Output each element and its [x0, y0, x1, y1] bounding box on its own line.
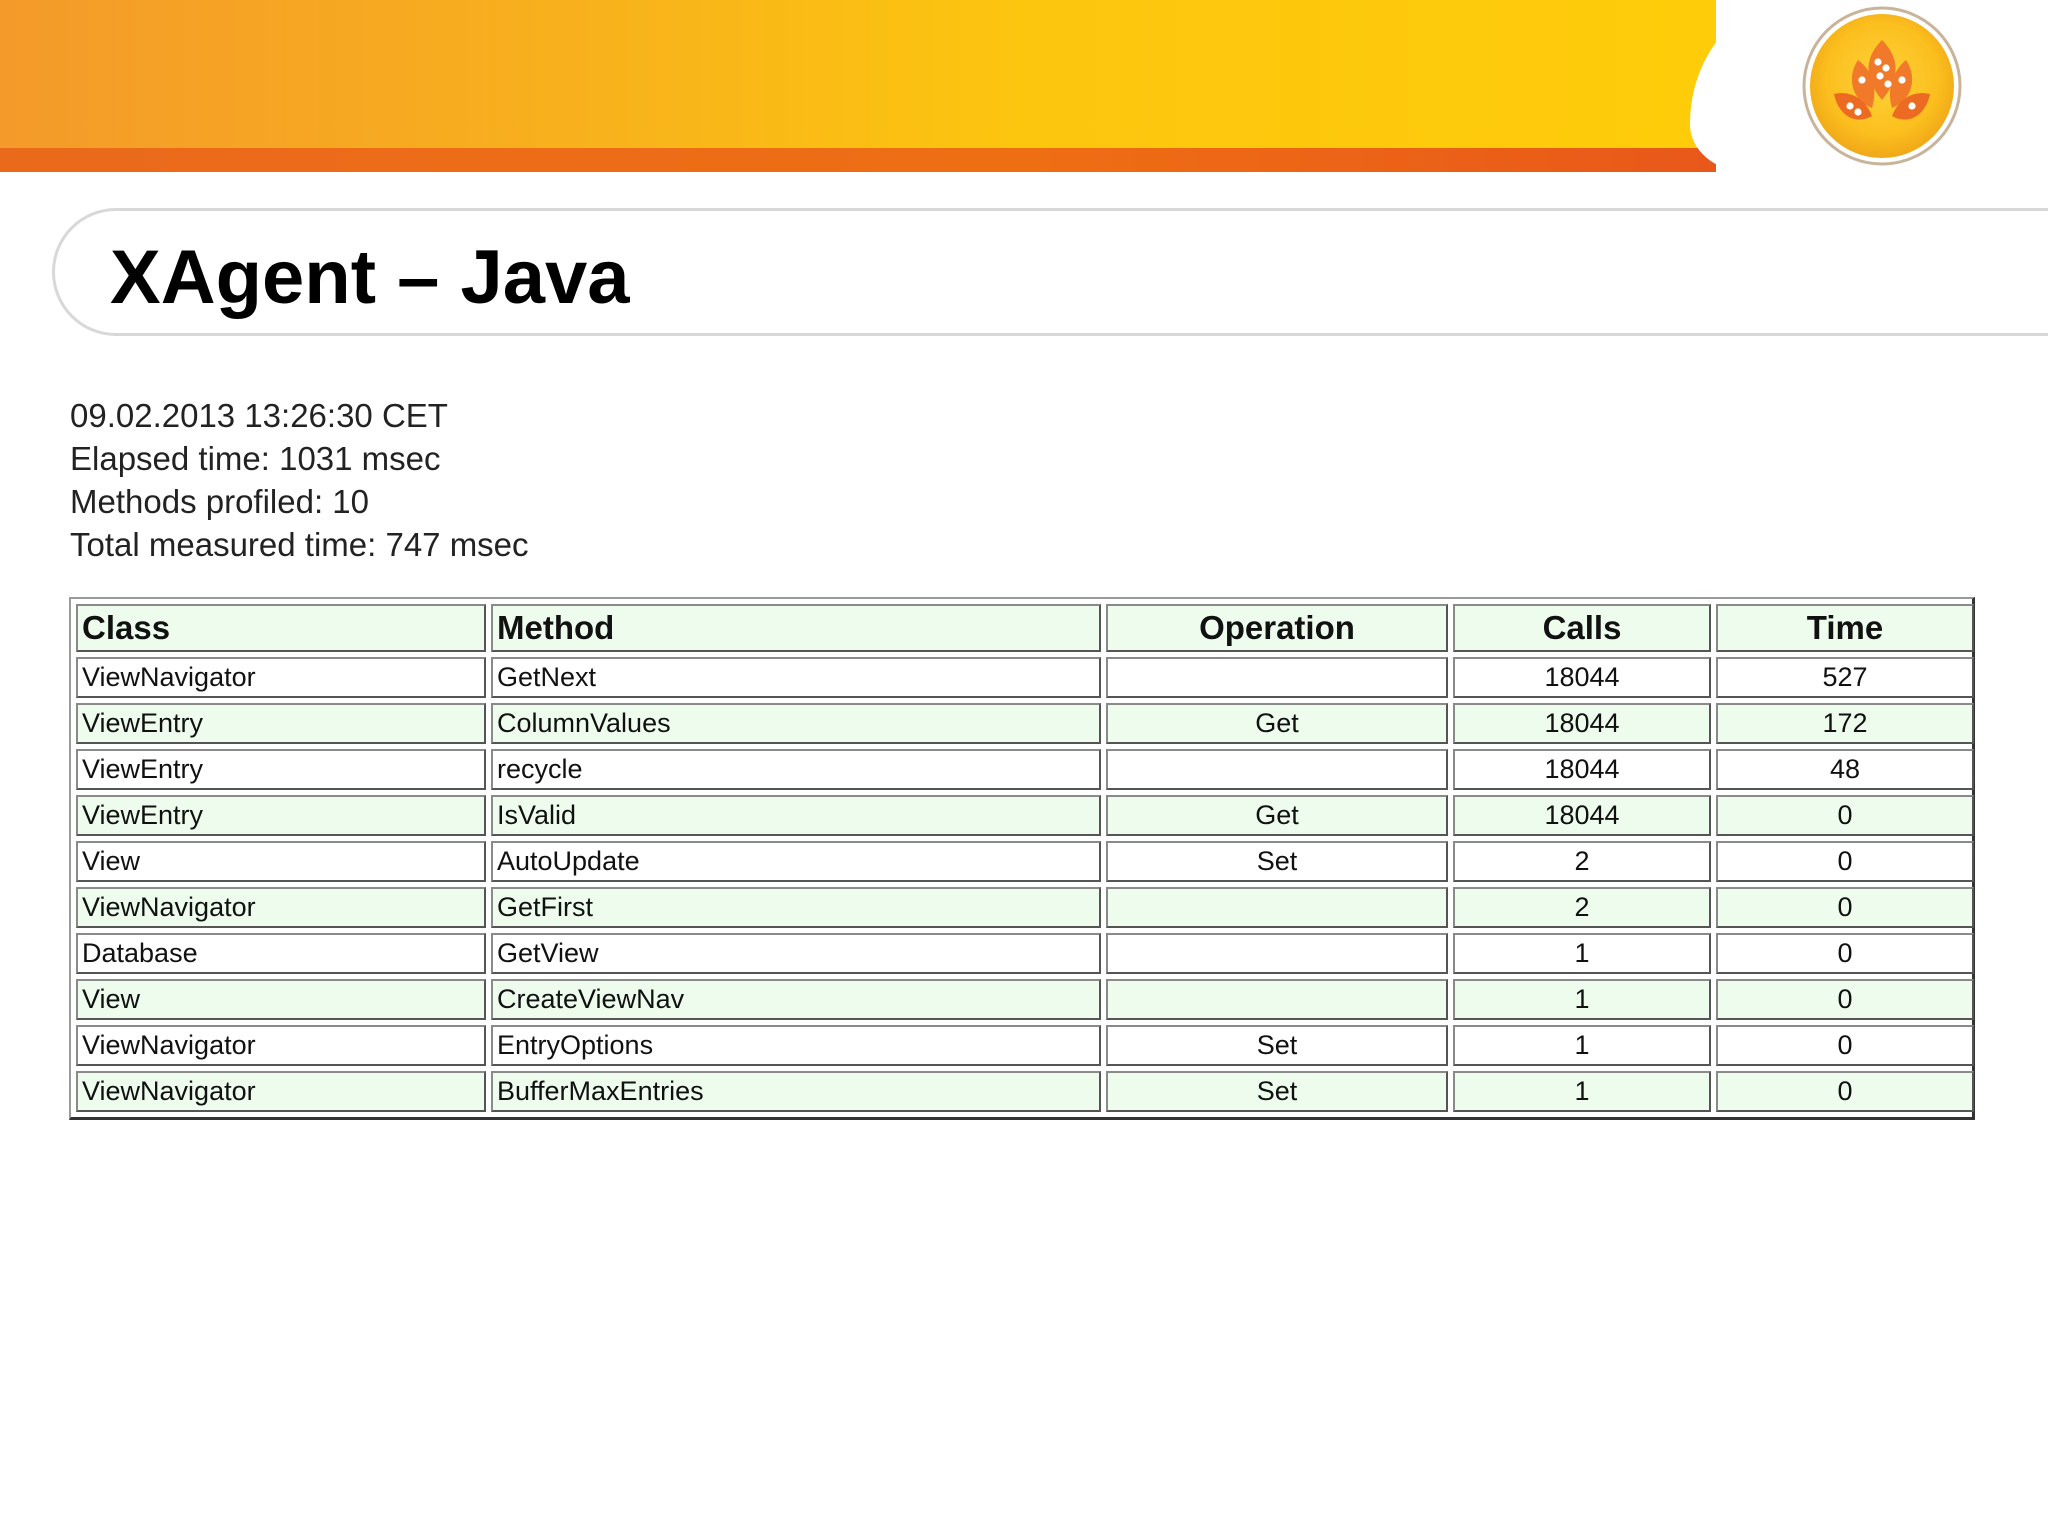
cell-operation: Set	[1106, 1025, 1448, 1066]
cell-method: recycle	[491, 749, 1101, 790]
slide-title: XAgent – Java	[110, 235, 630, 320]
column-header-calls: Calls	[1453, 604, 1711, 652]
cell-time: 172	[1716, 703, 1974, 744]
cell-time: 527	[1716, 657, 1974, 698]
table-row: ViewNavigator EntryOptions Set 1 0	[76, 1025, 1974, 1066]
cell-class: View	[76, 841, 486, 882]
slide: XAgent – Java 09.02.2013 13:26:30 CET El…	[0, 0, 2048, 1536]
top-banner	[0, 0, 1716, 148]
cell-calls: 1	[1453, 933, 1711, 974]
methods-profiled-text: Methods profiled: 10	[70, 483, 370, 520]
cell-operation: Set	[1106, 1071, 1448, 1112]
cell-operation: Set	[1106, 841, 1448, 882]
cell-class: ViewEntry	[76, 795, 486, 836]
cell-method: GetNext	[491, 657, 1101, 698]
cell-method: GetView	[491, 933, 1101, 974]
table-row: View CreateViewNav 1 0	[76, 979, 1974, 1020]
column-header-time: Time	[1716, 604, 1974, 652]
cell-operation	[1106, 657, 1448, 698]
cell-operation	[1106, 749, 1448, 790]
cell-class: ViewEntry	[76, 703, 486, 744]
cell-class: ViewNavigator	[76, 1071, 486, 1112]
cell-operation: Get	[1106, 703, 1448, 744]
table-row: ViewNavigator GetNext 18044 527	[76, 657, 1974, 698]
cell-method: EntryOptions	[491, 1025, 1101, 1066]
cell-time: 0	[1716, 1071, 1974, 1112]
timestamp-text: 09.02.2013 13:26:30 CET	[70, 397, 448, 434]
cell-method: GetFirst	[491, 887, 1101, 928]
cell-operation	[1106, 887, 1448, 928]
cell-time: 0	[1716, 1025, 1974, 1066]
cell-operation	[1106, 933, 1448, 974]
cell-time: 0	[1716, 841, 1974, 882]
elapsed-time-text: Elapsed time: 1031 msec	[70, 440, 441, 477]
profile-table: Class Method Operation Calls Time ViewNa…	[71, 599, 1979, 1117]
table-row: ViewEntry IsValid Get 18044 0	[76, 795, 1974, 836]
cell-method: CreateViewNav	[491, 979, 1101, 1020]
cell-method: IsValid	[491, 795, 1101, 836]
cell-class: ViewNavigator	[76, 1025, 486, 1066]
cell-method: AutoUpdate	[491, 841, 1101, 882]
cell-class: Database	[76, 933, 486, 974]
cell-calls: 18044	[1453, 795, 1711, 836]
lotus-flower-logo-icon	[1800, 4, 1964, 168]
table-row: ViewEntry recycle 18044 48	[76, 749, 1974, 790]
cell-class: ViewEntry	[76, 749, 486, 790]
profile-summary: 09.02.2013 13:26:30 CET Elapsed time: 10…	[70, 394, 529, 566]
cell-calls: 2	[1453, 887, 1711, 928]
cell-calls: 2	[1453, 841, 1711, 882]
cell-calls: 18044	[1453, 703, 1711, 744]
cell-time: 0	[1716, 979, 1974, 1020]
table-row: ViewNavigator GetFirst 2 0	[76, 887, 1974, 928]
column-header-method: Method	[491, 604, 1101, 652]
cell-class: ViewNavigator	[76, 657, 486, 698]
cell-calls: 1	[1453, 1025, 1711, 1066]
cell-time: 0	[1716, 795, 1974, 836]
table-row: ViewNavigator BufferMaxEntries Set 1 0	[76, 1071, 1974, 1112]
cell-time: 0	[1716, 887, 1974, 928]
cell-time: 48	[1716, 749, 1974, 790]
total-measured-time-text: Total measured time: 747 msec	[70, 526, 529, 563]
cell-calls: 18044	[1453, 749, 1711, 790]
cell-operation	[1106, 979, 1448, 1020]
cell-operation: Get	[1106, 795, 1448, 836]
profile-table-frame: Class Method Operation Calls Time ViewNa…	[69, 597, 1975, 1120]
column-header-class: Class	[76, 604, 486, 652]
cell-time: 0	[1716, 933, 1974, 974]
banner-strip	[0, 148, 1716, 172]
table-row: Database GetView 1 0	[76, 933, 1974, 974]
cell-calls: 1	[1453, 979, 1711, 1020]
column-header-operation: Operation	[1106, 604, 1448, 652]
cell-class: ViewNavigator	[76, 887, 486, 928]
table-header-row: Class Method Operation Calls Time	[76, 604, 1974, 652]
cell-method: BufferMaxEntries	[491, 1071, 1101, 1112]
cell-calls: 1	[1453, 1071, 1711, 1112]
cell-method: ColumnValues	[491, 703, 1101, 744]
cell-class: View	[76, 979, 486, 1020]
cell-calls: 18044	[1453, 657, 1711, 698]
table-row: View AutoUpdate Set 2 0	[76, 841, 1974, 882]
table-row: ViewEntry ColumnValues Get 18044 172	[76, 703, 1974, 744]
